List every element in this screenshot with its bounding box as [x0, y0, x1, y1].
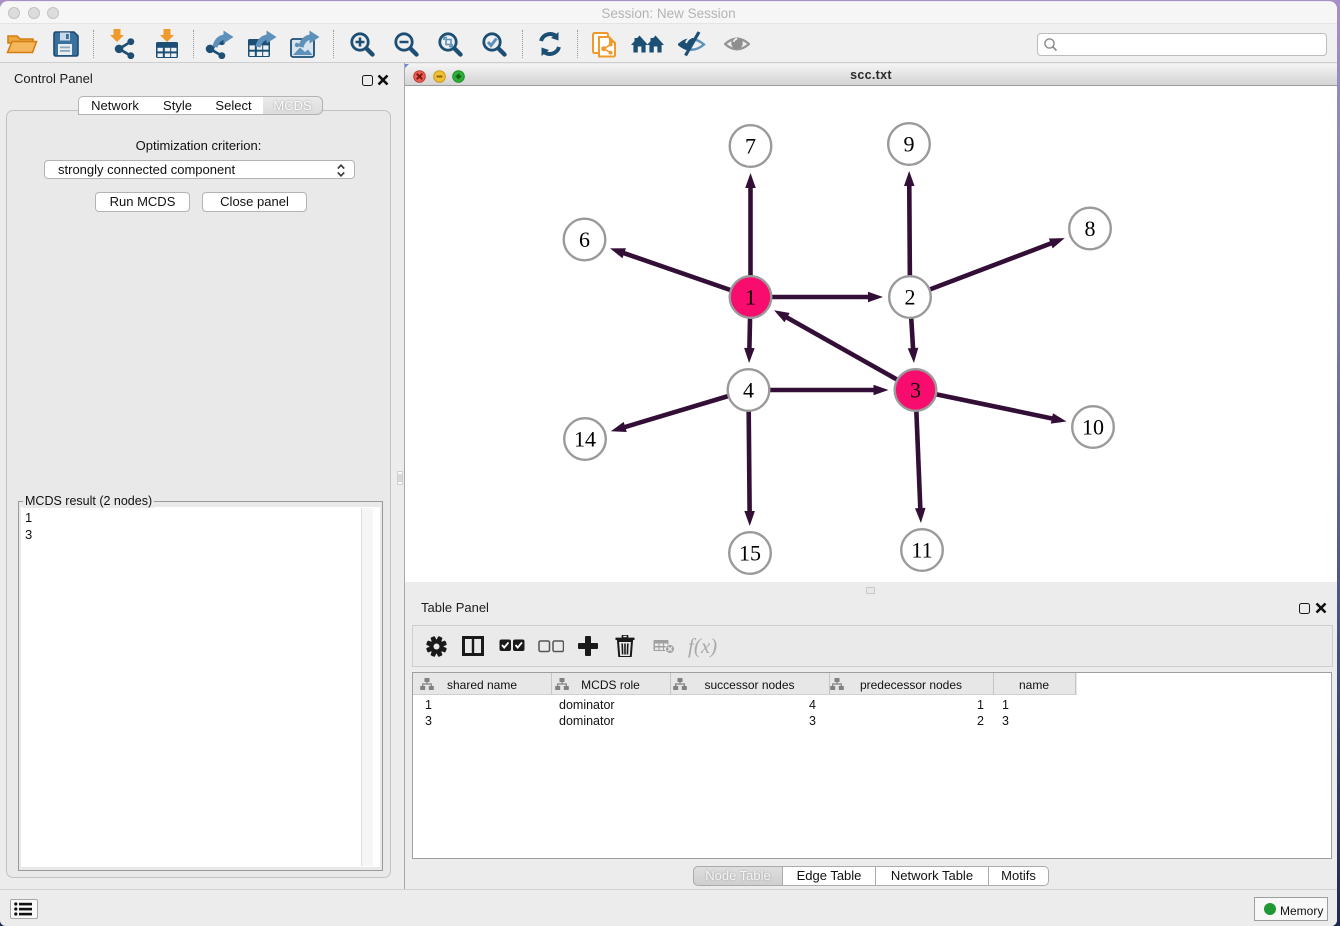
svg-text:10: 10: [1082, 415, 1104, 440]
svg-text:14: 14: [574, 427, 596, 452]
svg-text:8: 8: [1085, 216, 1096, 241]
svg-text:4: 4: [743, 378, 754, 403]
svg-text:2: 2: [905, 285, 916, 310]
svg-text:1: 1: [745, 285, 756, 310]
svg-text:11: 11: [911, 538, 932, 563]
svg-text:3: 3: [910, 378, 921, 403]
svg-text:7: 7: [745, 134, 756, 159]
svg-text:9: 9: [904, 132, 915, 157]
svg-text:6: 6: [579, 227, 590, 252]
svg-text:15: 15: [739, 541, 761, 566]
